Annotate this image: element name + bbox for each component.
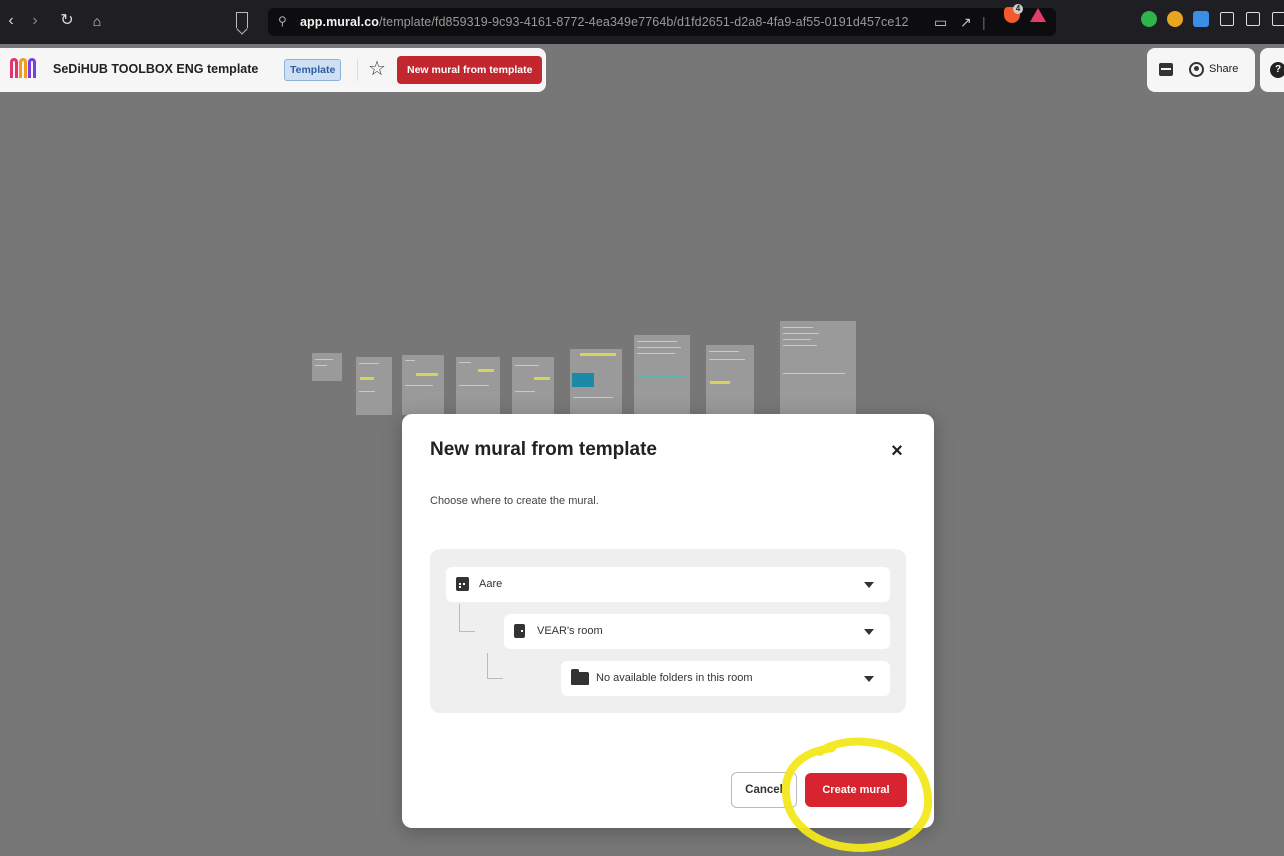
back-icon[interactable]: ‹ xyxy=(0,10,22,32)
bookmark-icon[interactable] xyxy=(236,12,248,28)
right-toolbar: Share xyxy=(1147,48,1255,92)
workspace-label: Aare xyxy=(479,578,503,590)
room-label: VEAR's room xyxy=(537,625,603,637)
sidebar-toggle-icon[interactable] xyxy=(1246,12,1260,26)
site-info-icon[interactable]: ⚲ xyxy=(278,14,287,28)
home-icon[interactable]: ⌂ xyxy=(86,10,108,32)
extension-orange-icon[interactable] xyxy=(1167,11,1183,27)
location-selector: Aare VEAR's room No available folders in… xyxy=(430,549,906,713)
mural-title[interactable]: SeDiHUB TOOLBOX ENG template xyxy=(53,62,258,76)
new-mural-from-template-button[interactable]: New mural from template xyxy=(397,56,543,84)
chevron-down-icon xyxy=(864,676,874,682)
annotation-highlight xyxy=(781,737,933,853)
reload-icon[interactable]: ↻ xyxy=(56,10,78,32)
mural-logo-icon[interactable] xyxy=(10,58,44,78)
url-divider: | xyxy=(982,14,986,30)
mural-header: SeDiHUB TOOLBOX ENG template Template ☆ … xyxy=(0,48,546,92)
outline-icon[interactable] xyxy=(1159,63,1173,76)
tree-connector xyxy=(459,604,475,632)
canvas-thumbnail xyxy=(706,345,754,415)
help-toolbar: ? xyxy=(1260,48,1284,92)
dialog-title: New mural from template xyxy=(430,439,657,460)
browser-toolbar: ‹ › ↻ ⌂ ⚲ app.mural.co/template/fd859319… xyxy=(0,0,1284,44)
cast-icon[interactable]: ▭ xyxy=(934,14,947,31)
canvas-thumbnail xyxy=(356,357,392,415)
folder-dropdown[interactable]: No available folders in this room xyxy=(561,661,890,696)
workspace-dropdown[interactable]: Aare xyxy=(446,567,890,602)
extensions-puzzle-icon[interactable] xyxy=(1220,12,1234,26)
close-icon[interactable]: × xyxy=(886,440,908,462)
building-icon xyxy=(456,577,469,591)
canvas-thumbnail xyxy=(402,355,444,415)
extension-green-icon[interactable] xyxy=(1141,11,1157,27)
url-text: app.mural.co/template/fd859319-9c93-4161… xyxy=(300,15,909,29)
window-icon[interactable] xyxy=(1272,12,1284,26)
door-icon xyxy=(514,624,525,638)
dialog-description: Choose where to create the mural. xyxy=(430,495,599,507)
canvas-thumbnail xyxy=(456,357,500,415)
canvas-thumbnail xyxy=(634,335,690,415)
star-icon[interactable]: ☆ xyxy=(368,56,386,81)
share-button[interactable]: Share xyxy=(1209,63,1238,75)
template-badge: Template xyxy=(284,59,342,81)
canvas-thumbnail xyxy=(780,321,856,415)
help-icon[interactable]: ? xyxy=(1270,62,1284,78)
brave-shields-badge: 4 xyxy=(1013,4,1023,14)
share-icon[interactable] xyxy=(1189,62,1204,77)
folder-label: No available folders in this room xyxy=(596,672,753,684)
chevron-down-icon xyxy=(864,582,874,588)
mural-canvas-preview xyxy=(300,315,870,425)
canvas-thumbnail xyxy=(570,349,622,415)
canvas-thumbnail xyxy=(312,353,342,381)
toolbar-divider xyxy=(357,59,358,81)
tree-connector xyxy=(487,653,503,679)
chevron-down-icon xyxy=(864,629,874,635)
forward-icon[interactable]: › xyxy=(24,10,46,32)
canvas-thumbnail xyxy=(512,357,554,415)
address-bar[interactable]: ⚲ app.mural.co/template/fd859319-9c93-41… xyxy=(268,8,1056,36)
folder-icon xyxy=(571,669,589,685)
brave-rewards-icon[interactable] xyxy=(1030,8,1046,22)
extension-blue-icon[interactable] xyxy=(1193,11,1209,27)
room-dropdown[interactable]: VEAR's room xyxy=(504,614,890,649)
share-page-icon[interactable]: ↗ xyxy=(960,14,972,31)
